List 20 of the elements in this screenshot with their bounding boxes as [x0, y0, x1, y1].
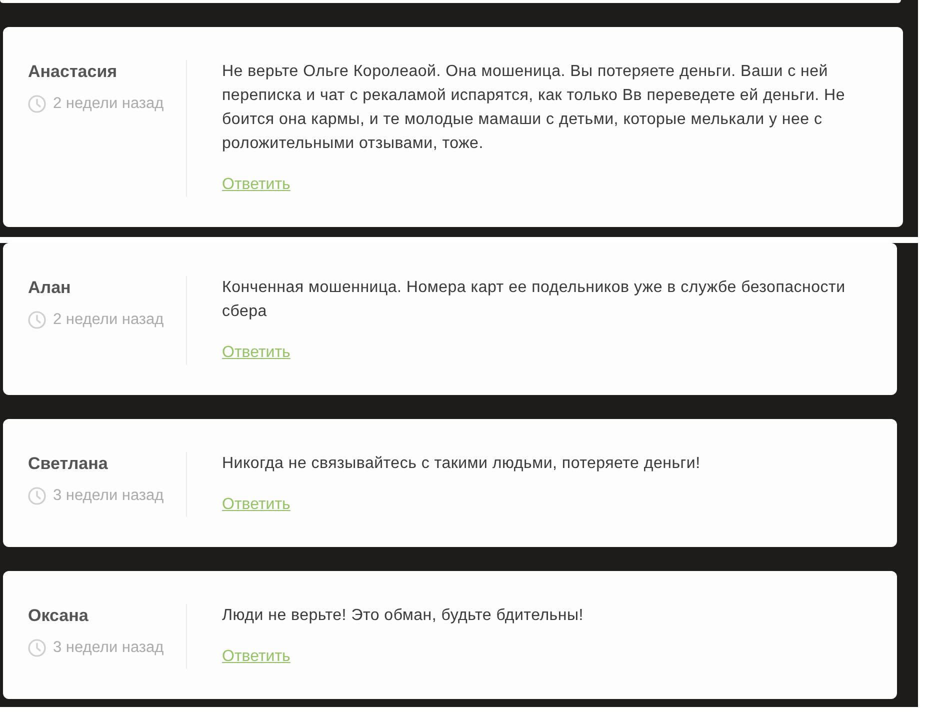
author-name: Анастасия — [28, 61, 118, 83]
clock-icon — [28, 639, 46, 657]
comment-time: 2 недели назад — [53, 310, 164, 330]
comment-text: Не верьте Ольге Королеаой. Она мошеница. Вы потеряете деньги. Ваши с ней переписка и чат с рекаламой испарятся, как только Вв переведете ей деньги. Не боится она кармы, и те молодые мамаши с детьми, которые мелькали у нее с роложительными отзывами, тоже. — [222, 62, 846, 154]
comment-text: Никогда не связывайтесь с такими людьми, потеряете деньги! — [222, 454, 702, 474]
comment-time: 3 недели назад — [53, 638, 164, 658]
author-name: Оксана — [28, 605, 90, 627]
comment-text: Конченная мошенница. Номера карт ее подельников уже в службе безопасности сбера — [222, 278, 846, 322]
reply-link[interactable]: Ответить — [222, 173, 290, 197]
comment-text: Люди не верьте! Это обман, будьте бдительны! — [222, 606, 584, 626]
clock-icon — [28, 311, 46, 329]
reply-link[interactable]: Ответить — [222, 493, 290, 517]
clock-icon — [28, 487, 46, 505]
reply-link[interactable]: Ответить — [222, 645, 290, 669]
comment-time: 3 недели назад — [53, 486, 164, 506]
comment-time: 2 недели назад — [53, 94, 164, 114]
author-name: Алан — [28, 277, 72, 299]
author-name: Светлана — [28, 453, 109, 475]
clock-icon — [28, 95, 46, 113]
reply-link[interactable]: Ответить — [222, 341, 290, 365]
